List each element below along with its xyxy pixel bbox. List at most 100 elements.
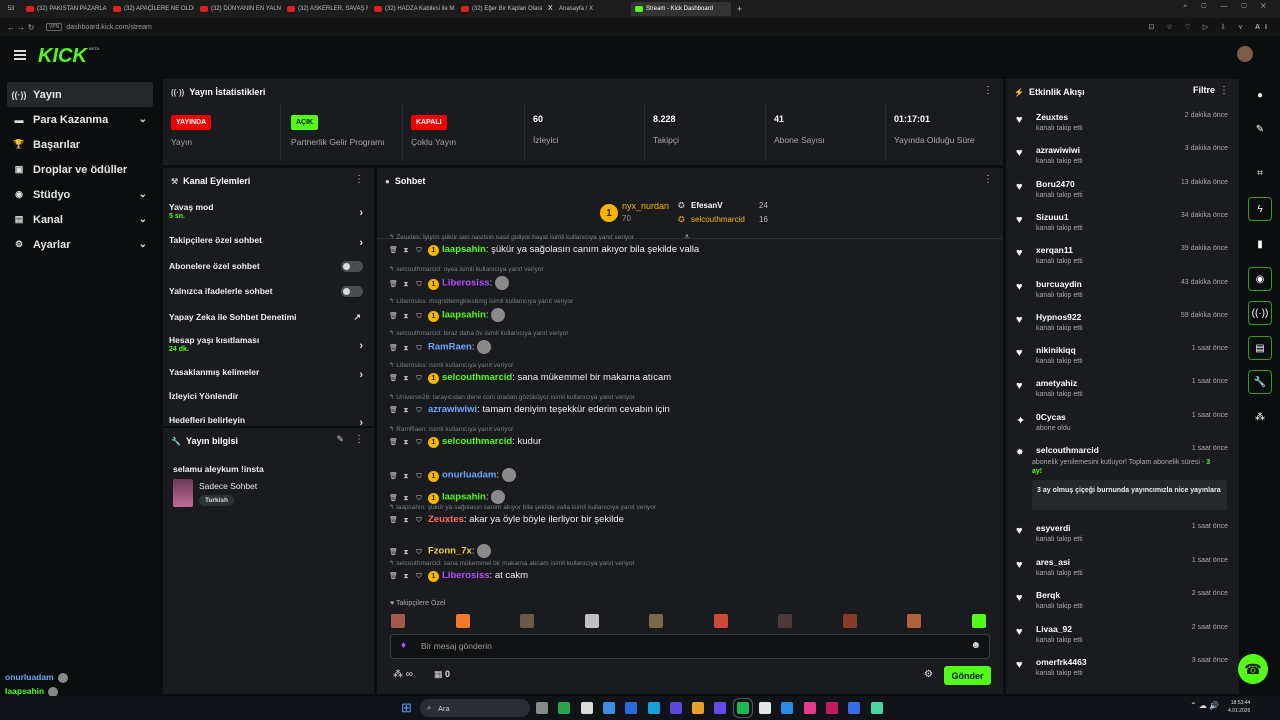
chat-username[interactable]: selcouthmarcid [442, 372, 512, 383]
chat-username[interactable]: Zeuxtes [428, 514, 464, 525]
chat-message[interactable]: 🗑 ⧗ ⛉ 1 selcouthmarcid: sana mükemmel bir ma… [389, 372, 989, 384]
event-username[interactable]: nikinikiqq [1036, 345, 1076, 355]
sidebar-item-4[interactable]: ◉ Stüdyo ⌄ [7, 182, 153, 207]
ai-label[interactable]: AI [1255, 24, 1272, 31]
ban-icon[interactable]: ⛉ [415, 281, 423, 289]
message-field[interactable] [421, 641, 941, 651]
taskbar-app-icon[interactable] [848, 702, 861, 714]
delete-icon[interactable]: 🗑 [389, 406, 398, 414]
taskbar-app-icon[interactable] [692, 702, 705, 714]
emote-button[interactable] [842, 614, 857, 628]
taskbar-app-icon[interactable] [602, 702, 615, 714]
ban-icon[interactable]: ⛉ [415, 439, 423, 447]
event-username[interactable]: Boru2470 [1036, 179, 1075, 189]
ban-icon[interactable]: ⛉ [415, 313, 423, 321]
taskbar-app-icon[interactable] [781, 702, 794, 714]
emote-button[interactable] [584, 614, 599, 628]
info-icon[interactable]: ● [1248, 83, 1272, 107]
reply-context[interactable]: ↰ laapsahin: şükür ya sağolasın canım ak… [389, 503, 656, 511]
browser-tab[interactable]: X Anasayfa / X [544, 2, 629, 16]
microphone-icon[interactable]: ♦ [401, 640, 406, 651]
browser-tab[interactable]: (32) PAKISTAN PAZARLAR [22, 2, 107, 16]
timeout-icon[interactable]: ⧗ [402, 495, 410, 503]
windows-start-icon[interactable]: ⊞ [401, 701, 415, 715]
event-username[interactable]: Sizuuu1 [1036, 212, 1069, 222]
chat-username[interactable]: laapsahin [442, 310, 486, 321]
event-username[interactable]: omerfrk4463 [1036, 657, 1087, 667]
chat-username[interactable]: azrawiwiwi [428, 404, 477, 415]
timeout-icon[interactable]: ⧗ [402, 281, 410, 289]
emote-button[interactable] [391, 614, 405, 628]
timeout-icon[interactable]: ⧗ [402, 345, 410, 353]
second-gifter[interactable]: EfesanV [691, 201, 723, 210]
taskbar-app-icon[interactable] [580, 702, 593, 714]
reply-context[interactable]: ↰ selcouthmarcid: oyea isimli kullanıcıy… [389, 265, 544, 273]
emote-button[interactable] [713, 614, 728, 628]
sidebar-item-2[interactable]: 🏆 Başarılar [7, 132, 153, 157]
taskbar-app-icon[interactable] [759, 702, 771, 714]
support-icon[interactable]: ☎ [1238, 654, 1268, 684]
reload-icon[interactable]: ↻ [26, 23, 36, 32]
clock[interactable]: 18:53:44 4.01.2026 [1228, 699, 1250, 715]
delete-icon[interactable]: 🗑 [389, 280, 398, 288]
chat-username[interactable]: Liberosiss [442, 278, 490, 289]
delete-icon[interactable]: 🗑 [389, 548, 398, 556]
delete-icon[interactable]: 🗑 [389, 438, 398, 446]
toggle-switch[interactable] [341, 261, 363, 272]
reply-context[interactable]: ↰ Universe26: tarayıcıdan dene coni orad… [389, 393, 635, 401]
chat-message[interactable]: 🗑 ⧗ ⛉ 1 Liberosiss: [389, 276, 989, 290]
ban-icon[interactable]: ⛉ [415, 517, 423, 525]
channel-action[interactable]: Yapay Zeka ile Sohbet Denetimi ↗ [169, 312, 369, 322]
sidebar-item-6[interactable]: ⚙ Ayarlar ⌄ [7, 232, 153, 257]
top-gifter[interactable]: nyx_nurdan [622, 201, 669, 211]
channel-action[interactable]: Hedefleri belirleyin › [169, 415, 369, 429]
ban-icon[interactable]: ⛉ [415, 473, 423, 481]
document-icon[interactable]: ▮ [1248, 232, 1272, 256]
more-options-icon[interactable]: ⋮ [983, 174, 993, 185]
chat-message[interactable]: 🗑 ⧗ ⛉ 1 laapsahin: [389, 490, 989, 504]
chat-message[interactable]: 🗑 ⧗ ⛉ 1 selcouthmarcid: kudur [389, 436, 989, 448]
emote-button[interactable] [971, 614, 986, 628]
chevron-right-icon[interactable]: › [359, 369, 363, 381]
ban-icon[interactable]: ⛉ [415, 573, 423, 581]
timeout-icon[interactable]: ⧗ [402, 473, 410, 481]
taskbar-app-icon[interactable] [870, 702, 883, 714]
event-username[interactable]: ares_asi [1036, 557, 1070, 567]
pen-icon[interactable]: ✎ [1248, 117, 1272, 141]
timeout-icon[interactable]: ⧗ [402, 573, 410, 581]
delete-icon[interactable]: 🗑 [389, 572, 398, 580]
chat-username[interactable]: onurluadam [442, 470, 496, 481]
browser-tab[interactable]: (32) APAÇİLERE NE OLDU [109, 2, 194, 16]
chat-username[interactable]: Liberosiss [442, 570, 490, 581]
chat-settings-icon[interactable]: ⚙ [924, 669, 933, 680]
sidebar-item-1[interactable]: ▬ Para Kazanma ⌄ [7, 107, 153, 132]
taskbar-app-icon[interactable] [825, 702, 838, 714]
event-username[interactable]: Zeuxtes [1036, 112, 1068, 122]
event-username[interactable]: 0Cycas [1036, 412, 1066, 422]
browser-tab[interactable]: (32) DÜNYANIN EN YALNI [196, 2, 281, 16]
browser-tab[interactable]: (32) HADZA Kabilesi ile M [370, 2, 455, 16]
sidebar-item-5[interactable]: ▤ Kanal ⌄ [7, 207, 153, 232]
chevron-right-icon[interactable]: › [359, 207, 363, 219]
taskbar-search[interactable]: ⌕ Ara [420, 699, 530, 717]
browser-tab[interactable]: (32) ASKERLER, SAVAŞ F [283, 2, 368, 16]
reply-context[interactable]: ↰ RamRaen: isimli kullanıcıya yanıt veri… [389, 425, 513, 433]
channel-action[interactable]: Yasaklanmış kelimeler › [169, 367, 369, 381]
timeout-icon[interactable]: ⧗ [402, 439, 410, 447]
sidebar-item-3[interactable]: ▣ Droplar ve ödüller [7, 157, 153, 182]
new-tab-button[interactable]: + [737, 4, 742, 14]
emote-button[interactable] [520, 614, 534, 628]
delete-icon[interactable]: 🗑 [389, 246, 398, 254]
chat-message[interactable]: 🗑 ⧗ ⛉ Fzonn_7x: [389, 544, 989, 558]
plugin-icon[interactable]: ⁂ [1248, 405, 1272, 429]
ban-icon[interactable]: ⛉ [415, 375, 423, 383]
forward-icon[interactable]: → [16, 23, 26, 32]
toolbar-icons[interactable]: ⊡ ☆ ♡ ▷ ⇩ ⋎ AI [1149, 23, 1272, 31]
timeout-icon[interactable]: ⧗ [402, 549, 410, 557]
kick-logo[interactable]: KICK [38, 45, 87, 68]
chevron-right-icon[interactable]: › [359, 340, 363, 352]
chat-username[interactable]: laapsahin [442, 244, 486, 255]
chat-message[interactable]: 🗑 ⧗ ⛉ 1 laapsahin: şükür ya sağolasın canım … [389, 244, 989, 256]
channel-action[interactable]: Hesap yaşı kısıtlaması 24 dk. › [169, 335, 369, 353]
ban-icon[interactable]: ⛉ [415, 495, 423, 503]
